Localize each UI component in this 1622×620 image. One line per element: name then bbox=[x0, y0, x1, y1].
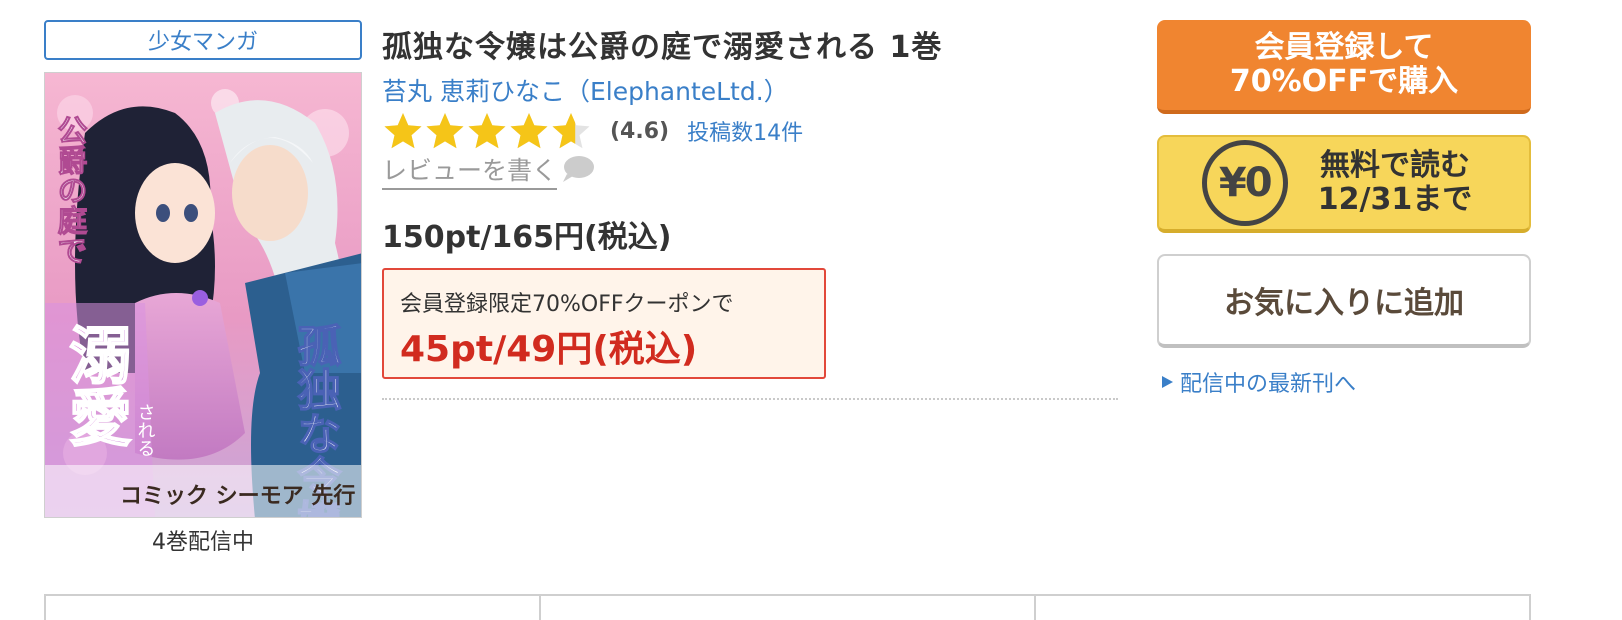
add-to-favorites-button[interactable]: お気に入りに追加 bbox=[1157, 254, 1531, 348]
latest-volume-link[interactable]: 配信中の最新刊へ bbox=[1160, 366, 1356, 398]
buy-button-line1: 会員登録して bbox=[1254, 30, 1434, 65]
section-divider bbox=[382, 398, 1118, 400]
rating-score: (4.6) bbox=[610, 118, 670, 144]
bottom-tab-3[interactable] bbox=[1036, 596, 1529, 620]
cover-big-chars: 溺愛 bbox=[59, 323, 132, 447]
star-icon bbox=[426, 113, 464, 149]
bottom-tab-2[interactable] bbox=[541, 596, 1036, 620]
register-and-buy-button[interactable]: 会員登録して 70%OFFで購入 bbox=[1157, 20, 1531, 114]
bottom-tab-1[interactable] bbox=[46, 596, 541, 620]
speech-bubble-icon bbox=[563, 156, 595, 182]
triangle-right-icon bbox=[1162, 376, 1173, 388]
free-button-line1: 無料で読む bbox=[1319, 148, 1470, 183]
book-title: 孤独な令嬢は公爵の庭で溺愛される 1巻 bbox=[382, 30, 943, 65]
cover-title-left: 公爵の庭で bbox=[52, 115, 88, 265]
rating-stars bbox=[382, 110, 592, 152]
star-icon bbox=[384, 113, 422, 149]
star-icon bbox=[468, 113, 506, 149]
star-icon bbox=[510, 113, 548, 149]
star-icon bbox=[552, 113, 590, 149]
rating-row: (4.6) 投稿数14件 bbox=[382, 110, 803, 152]
read-free-button[interactable]: ¥0 無料で読む 12/31まで bbox=[1157, 135, 1531, 233]
volumes-available: 4巻配信中 bbox=[152, 530, 254, 555]
coupon-box: 会員登録限定70%OFFクーポンで 45pt/49円(税込) bbox=[382, 268, 826, 379]
buy-button-line2: 70%OFFで購入 bbox=[1229, 64, 1459, 99]
price-label: 150pt/165円(税込) bbox=[382, 220, 672, 255]
coupon-label: 会員登録限定70%OFFクーポンで bbox=[400, 292, 734, 317]
free-button-line2: 12/31まで bbox=[1317, 182, 1473, 217]
yen-zero-icon: ¥0 bbox=[1201, 140, 1288, 226]
write-review-label: レビューを書く bbox=[382, 156, 558, 190]
favorites-button-label: お気に入りに追加 bbox=[1224, 286, 1464, 321]
bottom-tab-bar bbox=[44, 594, 1531, 620]
author-link[interactable]: 苔丸 恵莉ひなこ（ElephanteLtd.） bbox=[382, 72, 789, 108]
coupon-price: 45pt/49円(税込) bbox=[400, 329, 698, 370]
write-review-link[interactable]: レビューを書く bbox=[382, 156, 595, 190]
latest-volume-label: 配信中の最新刊へ bbox=[1180, 372, 1357, 397]
genre-tag[interactable]: 少女マンガ bbox=[44, 20, 362, 60]
review-count-link[interactable]: 投稿数14件 bbox=[687, 115, 803, 147]
cover-publisher-label: コミック シーモア 先行 bbox=[120, 483, 355, 509]
book-cover-image[interactable]: 公爵の庭で 溺愛 される 孤独な令嬢 コミック シーモア 先行 bbox=[44, 72, 362, 518]
cover-suffix: される bbox=[135, 403, 156, 457]
